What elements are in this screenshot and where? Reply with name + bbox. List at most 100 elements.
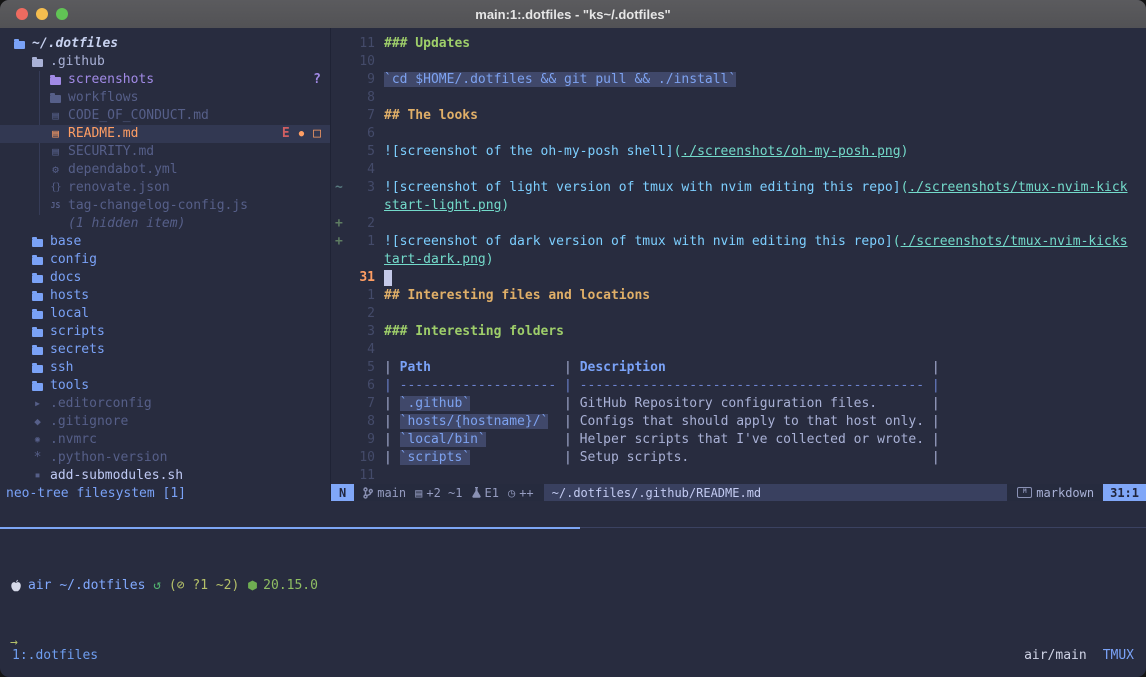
syntax-segment: GitHub Repository configuration files. [580, 396, 877, 411]
tree-item[interactable]: docs [0, 269, 330, 287]
tree-item[interactable]: {}renovate.json [0, 179, 330, 197]
tree-item[interactable]: *.python-version [0, 449, 330, 467]
folder-icon [32, 329, 43, 337]
line-text: ## Interesting files and locations [384, 287, 1146, 305]
editor-line[interactable]: 2 [331, 305, 1146, 323]
folder-icon [32, 239, 43, 247]
tree-item[interactable]: tools [0, 377, 330, 395]
editor-line[interactable]: 1## Interesting files and locations [331, 287, 1146, 305]
diff-file-icon: ▤ [415, 486, 422, 500]
folder-icon [32, 257, 43, 265]
editor-line[interactable]: tart-dark.png) [331, 251, 1146, 269]
tree-item-label: tag-changelog-config.js [68, 197, 248, 215]
editor-line[interactable]: 9`cd $HOME/.dotfiles && git pull && ./in… [331, 71, 1146, 89]
window-titlebar[interactable]: main:1:.dotfiles - "ks~/.dotfiles" [0, 0, 1146, 29]
modified-dot: ● [299, 125, 304, 143]
syntax-segment: | [486, 432, 580, 447]
tree-item[interactable]: ▶.editorconfig [0, 395, 330, 413]
tree-item[interactable]: local [0, 305, 330, 323]
editor-line[interactable]: 7## The looks [331, 107, 1146, 125]
editor-line[interactable]: 5| Path | Description | [331, 359, 1146, 377]
editor-line[interactable]: 5![screenshot of the oh-my-posh shell](.… [331, 143, 1146, 161]
editor-buffer[interactable]: 11### Updates 10 9`cd $HOME/.dotfiles &&… [331, 28, 1146, 484]
prompt-cwd: ~/.dotfiles [59, 576, 145, 595]
editor-line[interactable]: +1![screenshot of dark version of tmux w… [331, 233, 1146, 251]
tree-item[interactable]: base [0, 233, 330, 251]
tree-item-label: .gitignore [50, 413, 128, 431]
editor-line[interactable]: 7| `.github` | GitHub Repository configu… [331, 395, 1146, 413]
tree-item[interactable]: config [0, 251, 330, 269]
line-text: `cd $HOME/.dotfiles && git pull && ./ins… [384, 71, 1146, 89]
syntax-segment: `scripts` [400, 450, 470, 465]
tree-item[interactable]: JStag-changelog-config.js [0, 197, 330, 215]
tree-item[interactable]: ▪add-submodules.sh [0, 467, 330, 485]
syntax-segment: ![screenshot of dark version of tmux wit… [384, 234, 893, 249]
gear-icon: ⚙ [50, 161, 61, 179]
syntax-segment: ) [501, 198, 509, 213]
close-button[interactable] [16, 8, 28, 20]
line-number: 8 [349, 89, 375, 107]
tree-item[interactable]: scripts [0, 323, 330, 341]
editor-line[interactable]: 4 [331, 161, 1146, 179]
mode-indicator: N [331, 484, 354, 501]
neotree-sidebar: ~/.dotfiles.githubscreenshots?workflows▤… [0, 28, 330, 501]
tree-item[interactable]: secrets [0, 341, 330, 359]
zoom-button[interactable] [56, 8, 68, 20]
tree-item[interactable]: ~/.dotfiles [0, 35, 330, 53]
syntax-segment: start-light.png [384, 198, 501, 213]
tree-item[interactable]: ⚙dependabot.yml [0, 161, 330, 179]
syntax-segment: ( [893, 234, 901, 249]
line-text: | Path | Description | [384, 359, 1146, 377]
editor-line[interactable]: start-light.png) [331, 197, 1146, 215]
tree-item[interactable]: ◆.gitignore [0, 413, 330, 431]
editor-line[interactable]: 9| `local/bin` | Helper scripts that I'v… [331, 431, 1146, 449]
tree-item[interactable]: screenshots? [0, 71, 330, 89]
clock-icon: ◷ [508, 486, 515, 500]
tree-item[interactable]: ▤CODE_OF_CONDUCT.md [0, 107, 330, 125]
line-text: ## The looks [384, 107, 1146, 125]
tree-item-label: (1 hidden item) [68, 215, 185, 233]
folder-icon [32, 383, 43, 391]
editor-line[interactable]: 10 [331, 53, 1146, 71]
tree-item-label: screenshots [68, 71, 154, 89]
line-number: 8 [349, 413, 375, 431]
file-path: ~/.dotfiles/.github/README.md [544, 484, 1008, 501]
syntax-segment: ## Interesting files and locations [384, 288, 650, 303]
line-text [384, 215, 1146, 233]
editor-line[interactable]: 6| -------------------- | --------------… [331, 377, 1146, 395]
editor-line[interactable]: 8| `hosts/{hostname}/` | Configs that sh… [331, 413, 1146, 431]
editor-line[interactable]: 11### Updates [331, 35, 1146, 53]
tree-item[interactable]: ▤README.mdE●□ [0, 125, 330, 143]
line-number: 11 [349, 467, 375, 484]
tmux-status-bar: 1:.dotfiles air/main TMUX [0, 645, 1146, 665]
minimize-button[interactable] [36, 8, 48, 20]
tree-item[interactable]: hosts [0, 287, 330, 305]
editor-line[interactable]: 11 [331, 467, 1146, 484]
editor-line[interactable]: 31 [331, 269, 1146, 287]
sign-column [331, 323, 349, 341]
sign-column [331, 107, 349, 125]
line-number: 4 [349, 161, 375, 179]
tree-item[interactable]: (1 hidden item) [0, 215, 330, 233]
tree-item[interactable]: ssh [0, 359, 330, 377]
editor-line[interactable]: 10| `scripts` | Setup scripts. | [331, 449, 1146, 467]
tree-item[interactable]: workflows [0, 89, 330, 107]
cursor-position: 31:1 [1103, 484, 1146, 501]
line-text [384, 53, 1146, 71]
tree-item[interactable]: .github [0, 53, 330, 71]
editor-line[interactable]: ~3![screenshot of light version of tmux … [331, 179, 1146, 197]
line-number: 7 [349, 395, 375, 413]
line-number: 5 [349, 143, 375, 161]
tmux-window-item[interactable]: 1:.dotfiles [12, 648, 98, 663]
tree-item[interactable]: ▤SECURITY.md [0, 143, 330, 161]
line-text [384, 269, 1146, 287]
git-branch-icon [363, 487, 373, 499]
editor-line[interactable]: 4 [331, 341, 1146, 359]
editor-line[interactable]: +2 [331, 215, 1146, 233]
prompt-host: air [28, 576, 51, 595]
folder-icon [14, 41, 25, 49]
editor-line[interactable]: 6 [331, 125, 1146, 143]
editor-line[interactable]: 8 [331, 89, 1146, 107]
tree-item[interactable]: ◉.nvmrc [0, 431, 330, 449]
editor-line[interactable]: 3### Interesting folders [331, 323, 1146, 341]
